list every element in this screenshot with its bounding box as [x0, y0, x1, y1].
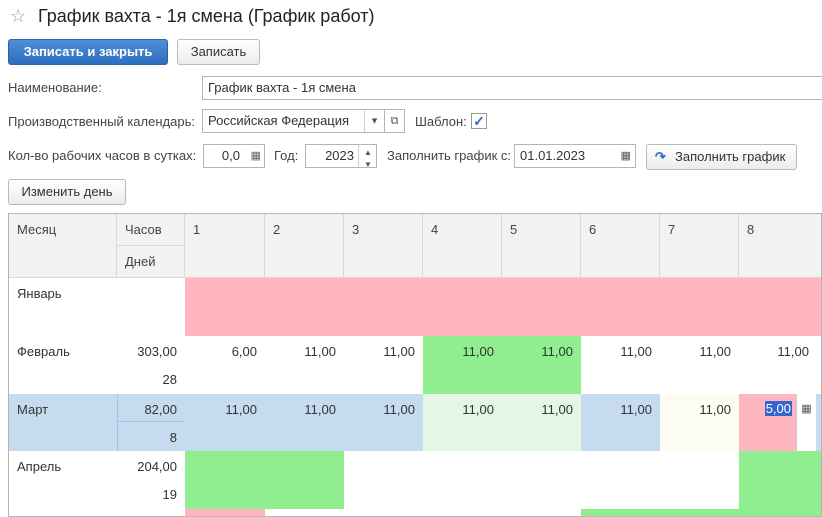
- year-input[interactable]: 2023 ▲ ▼: [305, 144, 377, 169]
- march-day-8-editor[interactable]: 5,00: [764, 401, 792, 416]
- february-day-3[interactable]: 11,00: [344, 336, 423, 394]
- hours-label: Кол-во рабочих часов в сутках:: [8, 148, 197, 163]
- row-month-march[interactable]: Март: [9, 394, 117, 451]
- row-month-january[interactable]: Январь: [9, 278, 117, 336]
- spinner-down-icon[interactable]: ▼: [364, 154, 372, 176]
- february-day-5[interactable]: 11,00: [502, 336, 581, 394]
- refresh-arrow-icon: ↷: [655, 149, 666, 164]
- february-day-7[interactable]: 11,00: [660, 336, 739, 394]
- fill-schedule-button[interactable]: ↷ Заполнить график: [646, 144, 797, 170]
- column-day-5[interactable]: 5: [502, 214, 581, 278]
- year-label: Год:: [274, 148, 299, 163]
- fill-from-label: Заполнить график с:: [387, 148, 512, 163]
- save-and-close-button[interactable]: Записать и закрыть: [8, 39, 168, 65]
- april-day-8[interactable]: [739, 451, 821, 509]
- march-day-5[interactable]: 11,00: [502, 394, 581, 451]
- february-day-2[interactable]: 11,00: [265, 336, 344, 394]
- march-day-4[interactable]: 11,00: [423, 394, 502, 451]
- calendar-label: Производственный календарь:: [8, 114, 195, 129]
- row-month-february[interactable]: Февраль: [9, 336, 117, 394]
- name-label: Наименование:: [8, 80, 102, 95]
- calculator-icon[interactable]: ▦: [796, 394, 816, 451]
- schedule-table: Месяц Часов Дней 1 2 3 4 5 6 7 8 Январь …: [8, 213, 822, 517]
- template-checkbox[interactable]: ✓: [471, 113, 487, 129]
- fill-from-date-input[interactable]: 01.01.2023 ▦: [514, 144, 636, 168]
- march-day-1[interactable]: 11,00: [185, 394, 265, 451]
- column-day-7[interactable]: 7: [660, 214, 739, 278]
- fill-from-value: 01.01.2023: [520, 148, 586, 163]
- calculator-icon[interactable]: ▦: [251, 145, 261, 167]
- template-label: Шаблон:: [415, 114, 467, 129]
- column-day-3[interactable]: 3: [344, 214, 423, 278]
- year-spinner[interactable]: ▲ ▼: [358, 145, 376, 169]
- march-day-8-cell[interactable]: 5,00: [739, 394, 796, 451]
- february-days: 28: [162, 372, 177, 387]
- january-weekend-band[interactable]: [185, 278, 821, 336]
- february-day-4[interactable]: 11,00: [423, 336, 502, 394]
- march-day-3[interactable]: 11,00: [344, 394, 423, 451]
- next-row-strip: [185, 509, 265, 516]
- february-day-6[interactable]: 11,00: [581, 336, 660, 394]
- favorite-star-icon[interactable]: ☆: [10, 5, 26, 27]
- column-day-8[interactable]: 8: [739, 214, 821, 278]
- hours-input[interactable]: 0,0 ▦: [203, 144, 265, 168]
- march-day-2[interactable]: 11,00: [265, 394, 344, 451]
- april-days-1-2[interactable]: [185, 451, 344, 509]
- hours-value: 0,0: [221, 148, 240, 163]
- fill-schedule-label: Заполнить график: [675, 149, 786, 164]
- page-title: График вахта - 1я смена (График работ): [38, 6, 375, 26]
- february-day-1[interactable]: 6,00: [185, 336, 265, 394]
- april-days: 19: [162, 487, 177, 502]
- checkbox-check-icon: ✓: [473, 113, 485, 129]
- calendar-select[interactable]: Российская Федерация ▾: [202, 109, 385, 133]
- calendar-icon[interactable]: ▦: [621, 145, 631, 167]
- march-days: 8: [117, 422, 185, 451]
- name-field[interactable]: График вахта - 1я смена: [202, 76, 822, 100]
- column-hours[interactable]: Часов: [117, 214, 185, 246]
- march-day-6[interactable]: 11,00: [581, 394, 660, 451]
- march-overflow-cell: [816, 394, 821, 451]
- change-day-button[interactable]: Изменить день: [8, 179, 126, 205]
- row-month-april[interactable]: Апрель: [9, 451, 117, 509]
- column-day-6[interactable]: 6: [581, 214, 660, 278]
- february-hours: 303,00: [137, 344, 177, 359]
- save-button[interactable]: Записать: [177, 39, 260, 65]
- column-day-4[interactable]: 4: [423, 214, 502, 278]
- column-day-1[interactable]: 1: [185, 214, 265, 278]
- february-day-8[interactable]: 11,00: [739, 336, 821, 394]
- march-hours: 82,00: [117, 394, 185, 422]
- open-calendar-icon[interactable]: ⧉: [385, 109, 405, 133]
- april-hours: 204,00: [137, 459, 177, 474]
- year-value: 2023: [325, 148, 354, 163]
- next-row-strip-green: [581, 509, 821, 516]
- column-month[interactable]: Месяц: [9, 214, 117, 278]
- calendar-value: Российская Федерация: [208, 113, 350, 128]
- column-days[interactable]: Дней: [117, 246, 185, 278]
- column-day-2[interactable]: 2: [265, 214, 344, 278]
- dropdown-arrow-icon[interactable]: ▾: [364, 110, 384, 132]
- march-day-7[interactable]: 11,00: [660, 394, 739, 451]
